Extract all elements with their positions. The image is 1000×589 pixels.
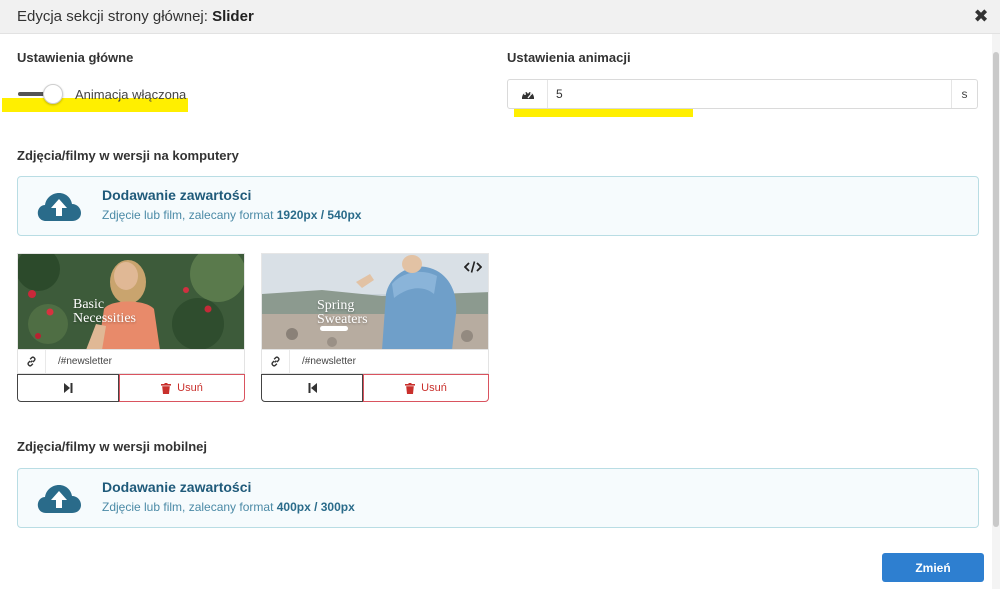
move-previous-button[interactable] bbox=[261, 374, 363, 402]
scrollbar-thumb[interactable] bbox=[993, 52, 999, 527]
cloud-upload-icon bbox=[37, 485, 81, 513]
slide-link-input[interactable] bbox=[58, 353, 238, 370]
animation-duration-input[interactable] bbox=[556, 84, 946, 104]
animation-toggle[interactable] bbox=[18, 84, 64, 104]
skip-next-icon bbox=[63, 383, 72, 393]
speedometer-icon bbox=[508, 80, 548, 108]
dialog-title-section: Slider bbox=[212, 8, 254, 25]
slide-thumbnail: Spring Sweaters bbox=[261, 253, 489, 349]
trash-icon bbox=[161, 382, 172, 394]
slide-caption-line: Spring bbox=[317, 298, 355, 313]
slide-caption-line: Basic bbox=[73, 297, 105, 312]
animation-duration-field: s bbox=[507, 79, 978, 109]
skip-previous-icon bbox=[308, 383, 317, 393]
delete-label: Usuń bbox=[177, 382, 203, 394]
code-icon[interactable] bbox=[464, 260, 482, 274]
link-icon bbox=[18, 350, 46, 373]
upload-hint-text: Zdjęcie lub film, zalecany format bbox=[102, 208, 277, 222]
move-next-button[interactable] bbox=[17, 374, 119, 402]
upload-format: 1920px / 540px bbox=[276, 208, 362, 222]
submit-button[interactable]: Zmień bbox=[882, 553, 984, 582]
cloud-upload-icon bbox=[37, 193, 81, 221]
animation-settings-label: Ustawienia animacji bbox=[507, 50, 631, 65]
mobile-upload-dropzone[interactable]: Dodawanie zawartości Zdjęcie lub film, z… bbox=[17, 468, 979, 528]
upload-format: 400px / 300px bbox=[276, 500, 355, 514]
slide-caption: Spring Sweaters bbox=[317, 299, 368, 327]
upload-title: Dodawanie zawartości bbox=[102, 187, 252, 203]
slide-caption: Basic Necessities bbox=[73, 298, 136, 326]
slide-link-input[interactable] bbox=[302, 353, 482, 370]
dialog-title: Edycja sekcji strony głównej: Slider bbox=[17, 8, 254, 25]
slide-actions: Usuń bbox=[17, 374, 245, 402]
slide-caption-line: Sweaters bbox=[317, 312, 368, 327]
slide-card: Spring Sweaters /#newsletter Usuń bbox=[261, 253, 489, 403]
dialog-scrollbar[interactable] bbox=[992, 34, 1000, 589]
main-settings-label: Ustawienia główne bbox=[17, 50, 134, 65]
upload-title: Dodawanie zawartości bbox=[102, 479, 252, 495]
duration-unit: s bbox=[951, 80, 977, 108]
slide-link-row bbox=[261, 349, 489, 374]
delete-button[interactable]: Usuń bbox=[119, 374, 245, 402]
link-icon bbox=[262, 350, 290, 373]
upload-hint: Zdjęcie lub film, zalecany format 1920px… bbox=[102, 208, 361, 222]
upload-hint: Zdjęcie lub film, zalecany format 400px … bbox=[102, 500, 355, 514]
slide-thumbnail: Basic Necessities bbox=[17, 253, 245, 349]
animation-toggle-label: Animacja włączona bbox=[75, 87, 187, 102]
close-icon[interactable]: ✖ bbox=[971, 6, 991, 26]
slide-actions: Usuń bbox=[261, 374, 489, 402]
slide-caption-line: Necessities bbox=[73, 311, 136, 326]
slide-image bbox=[262, 254, 488, 349]
slide-card: Basic Necessities Usuń bbox=[17, 253, 245, 403]
upload-hint-text: Zdjęcie lub film, zalecany format bbox=[102, 500, 277, 514]
dialog-title-prefix: Edycja sekcji strony głównej: bbox=[17, 8, 213, 25]
mobile-media-label: Zdjęcia/filmy w wersji mobilnej bbox=[17, 439, 207, 454]
toggle-knob bbox=[43, 84, 63, 104]
trash-icon bbox=[405, 382, 416, 394]
delete-label: Usuń bbox=[421, 382, 447, 394]
desktop-media-label: Zdjęcia/filmy w wersji na komputery bbox=[17, 148, 239, 163]
dialog-titlebar: Edycja sekcji strony głównej: Slider ✖ bbox=[0, 0, 1000, 34]
desktop-upload-dropzone[interactable]: Dodawanie zawartości Zdjęcie lub film, z… bbox=[17, 176, 979, 236]
delete-button[interactable]: Usuń bbox=[363, 374, 489, 402]
slide-link-row bbox=[17, 349, 245, 374]
